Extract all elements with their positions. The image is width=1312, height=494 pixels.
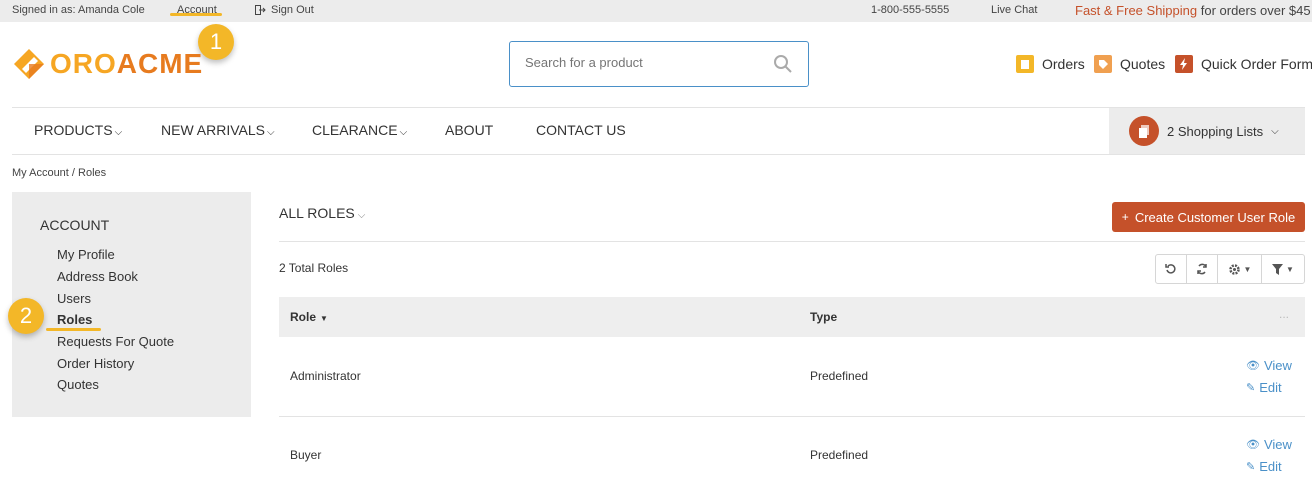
shopping-lists-label: 2 Shopping Lists [1167, 123, 1264, 139]
chevron-down-icon: ⌵ [399, 127, 408, 138]
column-header-type[interactable]: Type [810, 310, 837, 324]
quick-order-link[interactable]: Quick Order Form [1175, 55, 1312, 73]
row-divider [279, 416, 1305, 417]
logo-part1: ORO [50, 48, 117, 79]
step-badge-2: 2 [8, 298, 44, 334]
nav-bottom-divider [12, 154, 1305, 155]
create-role-label: Create Customer User Role [1134, 209, 1296, 225]
chevron-down-icon: ⌵ [1271, 125, 1279, 137]
lightning-icon [1175, 55, 1193, 73]
signed-in-text: Signed in as: Amanda Cole [12, 4, 145, 16]
search-input[interactable] [525, 55, 765, 70]
sidebar-item-requests-for-quote[interactable]: Requests For Quote [57, 334, 174, 349]
breadcrumb: My Account / Roles [12, 167, 107, 179]
edit-icon: ✎ [1246, 382, 1256, 394]
create-role-button[interactable]: + Create Customer User Role [1112, 202, 1305, 232]
eye-icon: 👁 [1246, 439, 1260, 451]
sidebar-item-roles[interactable]: Roles [57, 312, 92, 327]
promo-highlight: Fast & Free Shipping [1075, 3, 1198, 18]
sign-out-label: Sign Out [271, 4, 314, 16]
reset-icon[interactable] [1156, 255, 1187, 283]
quotes-link[interactable]: Quotes [1094, 55, 1165, 73]
logo-icon [14, 49, 44, 79]
column-header-role[interactable]: Role ▼ [290, 310, 328, 324]
logo-part2: ACME [116, 48, 204, 79]
sidebar-item-my-profile[interactable]: My Profile [57, 247, 115, 262]
account-sidebar: ACCOUNT My Profile Address Book Users Ro… [12, 192, 251, 417]
settings-gear-icon[interactable]: ▼ [1218, 255, 1262, 283]
search-box [509, 41, 809, 87]
edit-link[interactable]: ✎ Edit [1246, 459, 1282, 474]
refresh-icon[interactable] [1187, 255, 1218, 283]
nav-item-clearance[interactable]: CLEARANCE ⌵ [312, 122, 407, 138]
phone-number: 1-800-555-5555 [871, 4, 950, 16]
title-divider [279, 241, 1305, 242]
type-cell: Predefined [810, 369, 869, 383]
sign-out-icon [255, 5, 266, 15]
sign-out-link[interactable]: Sign Out [255, 4, 314, 16]
edit-label: Edit [1259, 459, 1282, 474]
shopping-lists-dropdown[interactable]: 2 Shopping Lists ⌵ [1109, 108, 1305, 154]
nav-item-contact-us[interactable]: CONTACT US [536, 122, 626, 138]
view-link[interactable]: 👁 View [1246, 358, 1292, 373]
roles-highlight-underline [46, 328, 101, 331]
promo-rest: for orders over $45 [1197, 3, 1311, 18]
chevron-down-icon: ⌵ [357, 210, 366, 221]
sidebar-item-address-book[interactable]: Address Book [57, 269, 138, 284]
quick-order-label: Quick Order Form [1201, 56, 1312, 72]
sidebar-heading: ACCOUNT [40, 217, 110, 233]
role-cell: Buyer [290, 448, 322, 462]
role-cell: Administrator [290, 369, 361, 383]
nav-item-label: PRODUCTS [34, 122, 113, 138]
grid-toolbar: ▼ ▼ [1155, 254, 1305, 284]
nav-item-label: CLEARANCE [312, 122, 398, 138]
live-chat-link[interactable]: Live Chat [991, 4, 1037, 16]
orders-link[interactable]: Orders [1016, 55, 1085, 73]
edit-link[interactable]: ✎ Edit [1246, 380, 1282, 395]
logo[interactable]: OROACME [12, 47, 203, 81]
column-actions-menu[interactable]: ... [1279, 307, 1289, 321]
chevron-down-icon: ⌵ [114, 127, 123, 138]
page-title[interactable]: ALL ROLES ⌵ [279, 205, 365, 221]
plus-icon: + [1121, 210, 1129, 224]
page-title-label: ALL ROLES [279, 205, 355, 221]
total-count: 2 Total Roles [279, 261, 349, 275]
promo-text: Fast & Free Shipping for orders over $45 [1075, 3, 1311, 18]
sidebar-item-order-history[interactable]: Order History [57, 356, 134, 371]
shopping-list-icon [1129, 116, 1159, 146]
top-bar: Signed in as: Amanda Cole Account Sign O… [0, 0, 1312, 22]
orders-label: Orders [1042, 56, 1085, 72]
nav-item-new-arrivals[interactable]: NEW ARRIVALS ⌵ [161, 122, 275, 138]
quotes-icon [1094, 55, 1112, 73]
sidebar-item-quotes[interactable]: Quotes [57, 377, 99, 392]
edit-icon: ✎ [1246, 461, 1256, 473]
nav-item-products[interactable]: PRODUCTS ⌵ [34, 122, 122, 138]
nav-item-about[interactable]: ABOUT [445, 122, 493, 138]
table-header: Role ▼ Type ... [279, 297, 1305, 337]
chevron-down-icon: ⌵ [267, 127, 275, 138]
eye-icon: 👁 [1246, 360, 1260, 372]
view-label: View [1263, 358, 1292, 373]
quotes-label: Quotes [1120, 56, 1166, 72]
view-link[interactable]: 👁 View [1246, 437, 1292, 452]
type-cell: Predefined [810, 448, 869, 462]
edit-label: Edit [1259, 380, 1282, 395]
orders-icon [1016, 55, 1034, 73]
nav-item-label: NEW ARRIVALS [161, 122, 265, 138]
filter-icon[interactable]: ▼ [1262, 255, 1304, 283]
search-icon[interactable] [773, 54, 793, 74]
view-label: View [1263, 437, 1292, 452]
step-badge-1: 1 [198, 24, 234, 60]
column-header-role-label: Role [290, 310, 317, 324]
sidebar-item-users[interactable]: Users [57, 291, 91, 306]
account-highlight-underline [170, 13, 222, 16]
sort-caret-icon: ▼ [320, 314, 328, 323]
